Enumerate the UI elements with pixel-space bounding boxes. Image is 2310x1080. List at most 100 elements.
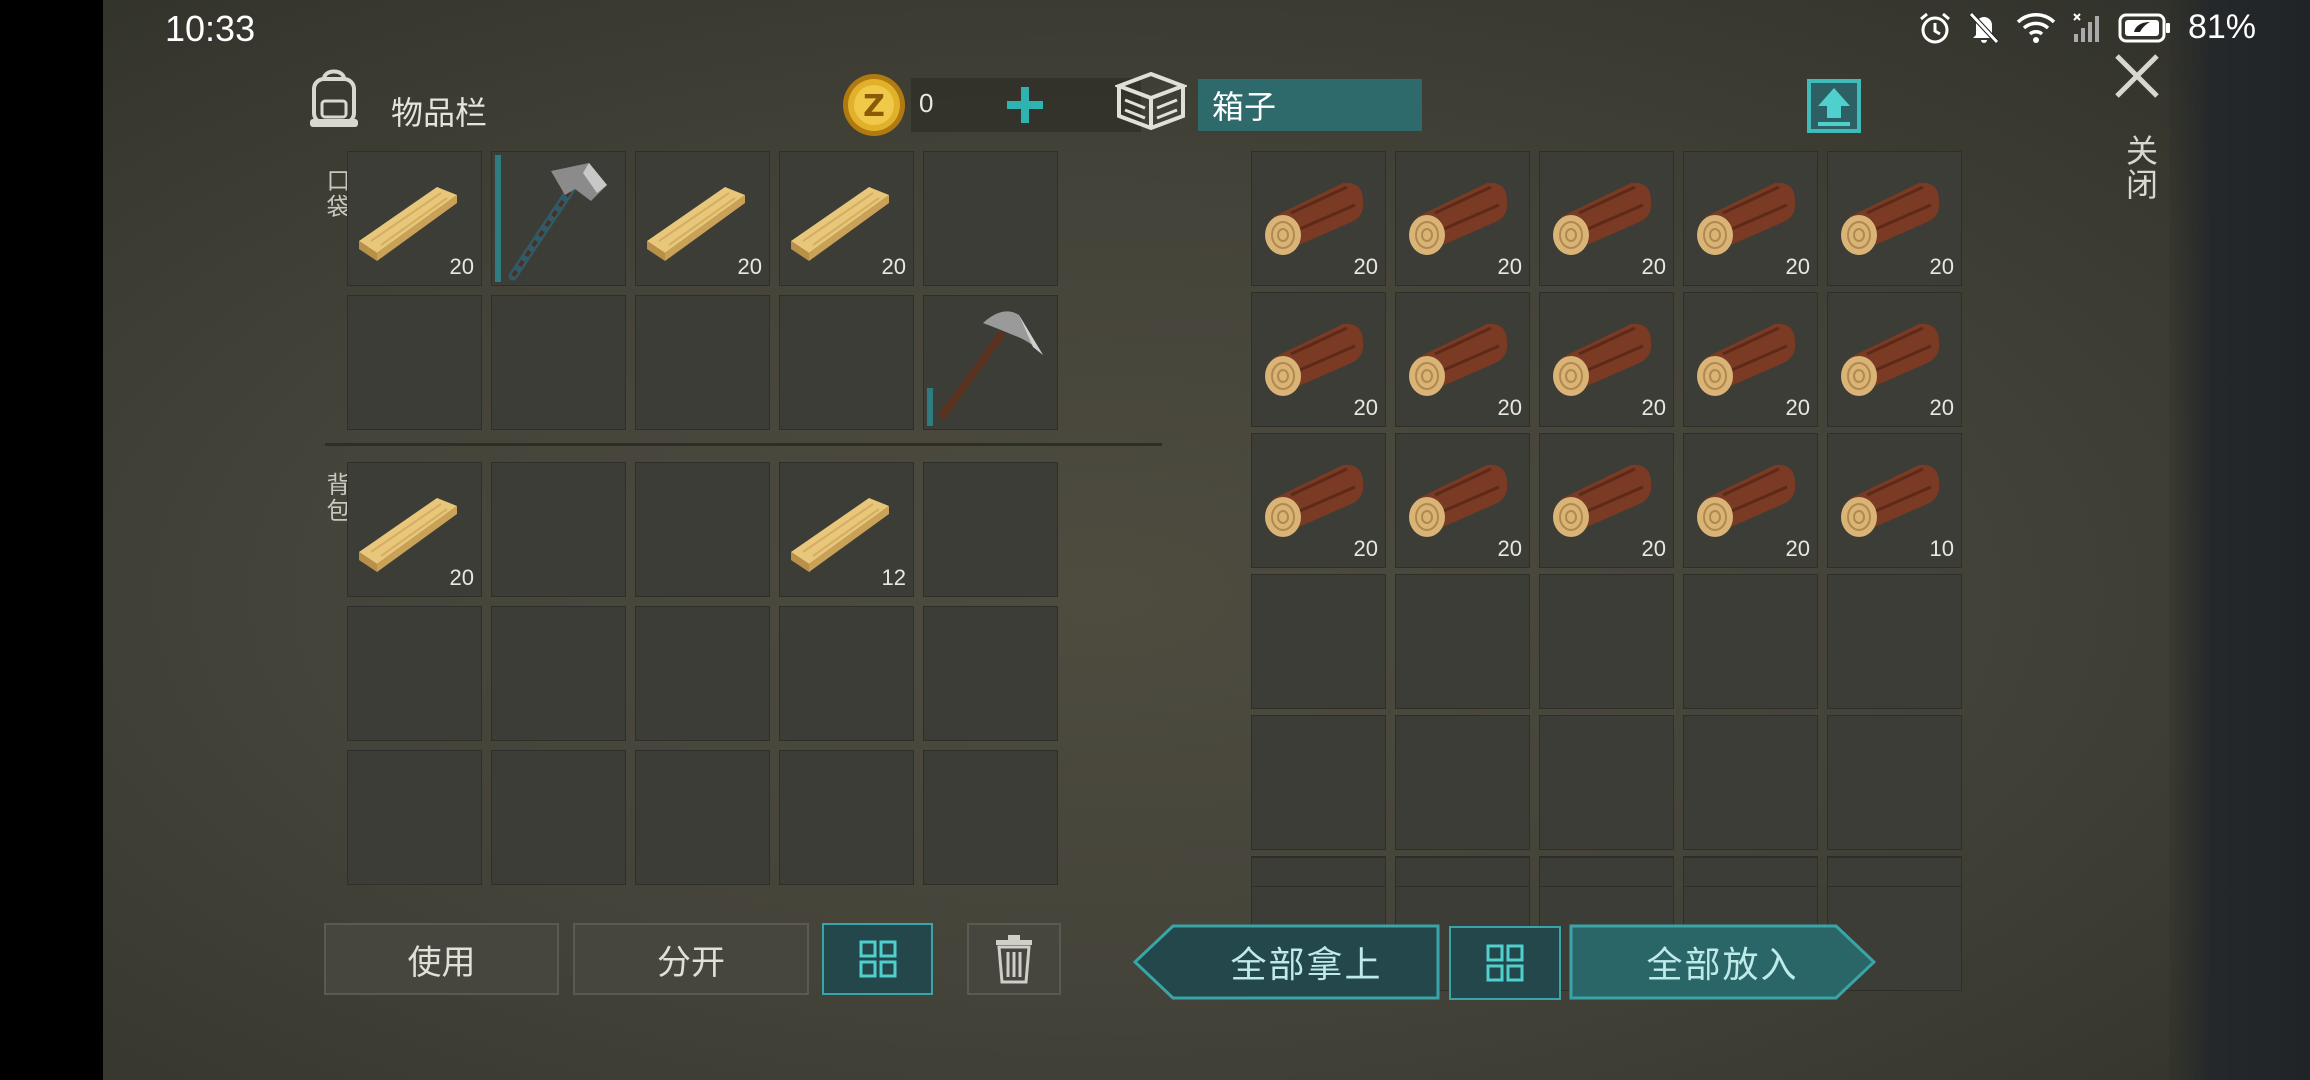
inventory-slot[interactable] xyxy=(1683,715,1818,850)
inventory-slot[interactable] xyxy=(1539,715,1674,850)
inventory-slot[interactable]: 20 xyxy=(1539,151,1674,286)
inventory-slot[interactable] xyxy=(635,606,770,741)
item-count: 20 xyxy=(1353,536,1378,561)
inventory-slot[interactable] xyxy=(1827,715,1962,850)
close-icon[interactable] xyxy=(2113,52,2161,100)
inventory-slot[interactable] xyxy=(491,606,626,741)
close-label[interactable]: 关闭 xyxy=(2117,134,2163,202)
sort-inventory-button[interactable] xyxy=(822,923,933,995)
upload-icon[interactable] xyxy=(1806,78,1862,134)
inventory-slot[interactable] xyxy=(491,295,626,430)
inventory-slot[interactable] xyxy=(347,750,482,885)
trash-button[interactable] xyxy=(967,923,1061,995)
inventory-slot[interactable] xyxy=(635,462,770,597)
inventory-slot[interactable]: 20 xyxy=(1395,292,1530,427)
inventory-slot[interactable]: 20 xyxy=(347,151,482,286)
put-all-button[interactable]: 全部放入 xyxy=(1569,924,1876,1000)
item-count: 12 xyxy=(881,565,906,590)
inventory-slot[interactable]: 20 xyxy=(635,151,770,286)
svg-text:Z: Z xyxy=(863,89,885,124)
durability-bar xyxy=(927,388,933,426)
status-icons: 81% xyxy=(1918,8,2256,47)
hatchet-icon xyxy=(491,151,626,286)
sort-box-button[interactable] xyxy=(1449,926,1561,1000)
coin-icon: Z xyxy=(843,74,905,136)
inventory-slot[interactable] xyxy=(779,295,914,430)
section-divider xyxy=(325,443,1162,446)
inventory-slot[interactable] xyxy=(491,750,626,885)
signal-icon xyxy=(2073,12,2099,42)
inventory-slot[interactable] xyxy=(1683,857,1818,887)
inventory-slot[interactable] xyxy=(779,750,914,885)
inventory-slot[interactable] xyxy=(923,606,1058,741)
item-count: 20 xyxy=(1785,536,1810,561)
inventory-slot[interactable] xyxy=(1539,574,1674,709)
inventory-slot[interactable] xyxy=(923,462,1058,597)
game-screen: 10:33 81% 物品栏 Z 0 口袋 背包 20 20 20 20 12 使… xyxy=(103,0,2310,1080)
item-count: 20 xyxy=(1497,254,1522,279)
inventory-slot[interactable]: 12 xyxy=(779,462,914,597)
inventory-slot[interactable] xyxy=(635,750,770,885)
inventory-slot[interactable]: 20 xyxy=(1683,292,1818,427)
inventory-slot[interactable] xyxy=(923,151,1058,286)
item-count: 20 xyxy=(1929,254,1954,279)
inventory-slot[interactable]: 20 xyxy=(1683,433,1818,568)
battery-percent: 81% xyxy=(2187,8,2256,46)
status-time: 10:33 xyxy=(165,8,256,49)
inventory-slot[interactable] xyxy=(1395,857,1530,887)
alarm-icon xyxy=(1919,12,1950,43)
inventory-slot[interactable]: 20 xyxy=(1683,151,1818,286)
item-count: 20 xyxy=(737,254,762,279)
durability-bar xyxy=(495,155,501,282)
put-all-label: 全部放入 xyxy=(1646,945,1799,986)
inventory-slot[interactable]: 20 xyxy=(1395,151,1530,286)
split-button[interactable]: 分开 xyxy=(573,923,809,995)
inventory-slot[interactable] xyxy=(1395,715,1530,850)
item-count: 20 xyxy=(1785,395,1810,420)
inventory-slot[interactable]: 20 xyxy=(347,462,482,597)
item-count: 20 xyxy=(1641,536,1666,561)
add-coins-icon[interactable] xyxy=(1005,85,1045,125)
item-count: 20 xyxy=(1497,536,1522,561)
inventory-slot[interactable] xyxy=(635,295,770,430)
inventory-slot[interactable]: 20 xyxy=(1251,292,1386,427)
take-all-button[interactable]: 全部拿上 xyxy=(1133,924,1440,1000)
inventory-slot[interactable] xyxy=(347,606,482,741)
inventory-slot[interactable] xyxy=(1251,715,1386,850)
inventory-slot[interactable]: 20 xyxy=(1539,292,1674,427)
use-button[interactable]: 使用 xyxy=(324,923,559,995)
inventory-slot[interactable] xyxy=(1539,857,1674,887)
inventory-slot[interactable] xyxy=(1827,857,1962,887)
item-count: 20 xyxy=(1641,395,1666,420)
inventory-slot[interactable] xyxy=(1683,574,1818,709)
item-count: 20 xyxy=(1353,254,1378,279)
take-all-label: 全部拿上 xyxy=(1230,945,1383,986)
right-edge-shade xyxy=(2170,0,2310,1080)
inventory-slot[interactable] xyxy=(923,750,1058,885)
box-name-field[interactable]: 箱子 xyxy=(1198,79,1422,131)
inventory-slot[interactable]: 20 xyxy=(779,151,914,286)
mute-icon xyxy=(1969,11,1999,44)
inventory-slot[interactable] xyxy=(923,295,1058,430)
battery-icon xyxy=(2118,13,2170,42)
inventory-slot[interactable] xyxy=(1251,574,1386,709)
inventory-slot[interactable] xyxy=(779,606,914,741)
inventory-slot[interactable] xyxy=(347,295,482,430)
inventory-slot[interactable]: 10 xyxy=(1827,433,1962,568)
inventory-slot[interactable] xyxy=(491,151,626,286)
inventory-slot[interactable]: 20 xyxy=(1395,433,1530,568)
inventory-slot[interactable] xyxy=(491,462,626,597)
item-count: 20 xyxy=(1785,254,1810,279)
coin-count: 0 xyxy=(919,88,934,118)
inventory-slot[interactable]: 20 xyxy=(1827,292,1962,427)
trash-icon xyxy=(996,935,1032,984)
grid-icon xyxy=(1486,944,1524,982)
inventory-slot[interactable]: 20 xyxy=(1539,433,1674,568)
inventory-slot[interactable] xyxy=(1395,574,1530,709)
inventory-slot[interactable] xyxy=(1827,574,1962,709)
inventory-slot[interactable] xyxy=(1251,857,1386,887)
inventory-slot[interactable]: 20 xyxy=(1827,151,1962,286)
pickaxe-icon xyxy=(923,295,1058,430)
inventory-slot[interactable]: 20 xyxy=(1251,433,1386,568)
inventory-slot[interactable]: 20 xyxy=(1251,151,1386,286)
